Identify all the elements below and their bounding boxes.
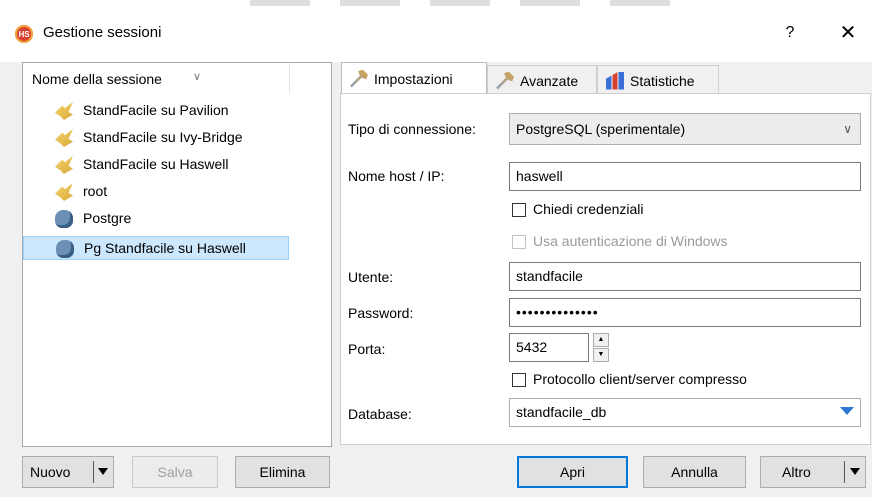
more-button-label: Altro bbox=[782, 464, 811, 480]
compressed-protocol-label: Protocollo client/server compresso bbox=[533, 371, 747, 387]
tab-statistiche[interactable]: Statistiche bbox=[597, 65, 719, 95]
list-item-label: StandFacile su Ivy-Bridge bbox=[83, 129, 243, 145]
wrench-icon bbox=[350, 69, 368, 88]
password-input[interactable]: •••••••••••••• bbox=[509, 298, 861, 327]
split-separator bbox=[844, 461, 845, 483]
compressed-protocol-checkbox[interactable] bbox=[512, 373, 526, 387]
windows-auth-label: Usa autenticazione di Windows bbox=[533, 233, 728, 249]
database-wizard-icon bbox=[55, 102, 73, 120]
split-separator bbox=[93, 461, 94, 483]
help-button[interactable]: ? bbox=[780, 20, 800, 46]
list-item-label: Postgre bbox=[83, 210, 132, 226]
spin-up-icon[interactable]: ▲ bbox=[593, 333, 609, 347]
tab-avanzate[interactable]: Avanzate bbox=[487, 65, 597, 95]
list-item[interactable]: root bbox=[23, 180, 289, 204]
database-wizard-icon bbox=[55, 129, 73, 147]
tab-impostazioni[interactable]: Impostazioni bbox=[341, 62, 487, 94]
bar-chart-icon bbox=[606, 71, 624, 90]
tab-label: Avanzate bbox=[520, 72, 579, 89]
tab-label: Statistiche bbox=[630, 72, 695, 89]
port-stepper[interactable]: ▲ ▼ bbox=[593, 333, 609, 362]
password-label: Password: bbox=[348, 305, 414, 321]
user-label: Utente: bbox=[348, 269, 394, 285]
dropdown-arrow-icon[interactable] bbox=[850, 468, 860, 475]
new-button-label: Nuovo bbox=[30, 464, 71, 480]
save-button[interactable]: Salva bbox=[132, 456, 218, 488]
list-item[interactable]: Pg Standfacile su Haswell bbox=[23, 236, 289, 260]
app-logo-icon: HS bbox=[15, 25, 33, 43]
host-label: Nome host / IP: bbox=[348, 168, 445, 184]
connection-type-label: Tipo di connessione: bbox=[348, 121, 476, 137]
list-item[interactable]: StandFacile su Haswell bbox=[23, 153, 289, 177]
cancel-button[interactable]: Annulla bbox=[643, 456, 746, 488]
list-item-label: Pg Standfacile su Haswell bbox=[84, 240, 246, 256]
list-item-label: StandFacile su Haswell bbox=[83, 156, 229, 172]
postgres-elephant-icon bbox=[55, 210, 73, 228]
postgres-elephant-icon bbox=[56, 240, 74, 258]
port-input[interactable]: 5432 bbox=[509, 333, 589, 362]
host-input[interactable]: haswell bbox=[509, 162, 861, 191]
database-value: standfacile_db bbox=[516, 404, 607, 420]
connection-type-value: PostgreSQL (sperimentale) bbox=[516, 121, 686, 137]
list-item[interactable]: Postgre bbox=[23, 207, 289, 231]
list-item-label: StandFacile su Pavilion bbox=[83, 102, 229, 118]
more-button[interactable]: Altro bbox=[760, 456, 866, 488]
database-combo[interactable]: standfacile_db bbox=[509, 398, 861, 427]
close-button[interactable]: ✕ bbox=[836, 20, 860, 46]
windows-auth-checkbox[interactable] bbox=[512, 235, 526, 249]
chevron-down-icon: ∨ bbox=[843, 122, 852, 136]
ask-credentials-label: Chiedi credenziali bbox=[533, 201, 644, 217]
list-item[interactable]: StandFacile su Ivy-Bridge bbox=[23, 126, 289, 150]
wrench-icon bbox=[496, 71, 514, 90]
chevron-down-icon[interactable]: ∨ bbox=[193, 70, 201, 83]
new-button[interactable]: Nuovo bbox=[22, 456, 114, 488]
port-label: Porta: bbox=[348, 341, 386, 357]
ask-credentials-checkbox[interactable] bbox=[512, 203, 526, 217]
database-wizard-icon bbox=[55, 183, 73, 201]
dropdown-arrow-icon[interactable] bbox=[98, 468, 108, 475]
tab-label: Impostazioni bbox=[374, 70, 453, 87]
column-header-label: Nome della sessione bbox=[32, 71, 162, 87]
window-title: Gestione sessioni bbox=[43, 24, 162, 41]
background-window-strip bbox=[250, 0, 670, 6]
list-item-label: root bbox=[83, 183, 108, 199]
session-list[interactable]: Nome della sessione ∨ StandFacile su Pav… bbox=[22, 62, 332, 447]
connection-type-select[interactable]: PostgreSQL (sperimentale) ∨ bbox=[509, 113, 861, 145]
database-wizard-icon bbox=[55, 156, 73, 174]
spin-down-icon[interactable]: ▼ bbox=[593, 348, 609, 362]
dropdown-arrow-icon[interactable] bbox=[840, 407, 854, 415]
list-column-header[interactable]: Nome della sessione ∨ bbox=[23, 63, 290, 93]
open-button[interactable]: Apri bbox=[517, 456, 628, 488]
user-input[interactable]: standfacile bbox=[509, 262, 861, 291]
delete-button[interactable]: Elimina bbox=[235, 456, 330, 488]
database-label: Database: bbox=[348, 406, 412, 422]
list-item[interactable]: StandFacile su Pavilion bbox=[23, 99, 289, 123]
